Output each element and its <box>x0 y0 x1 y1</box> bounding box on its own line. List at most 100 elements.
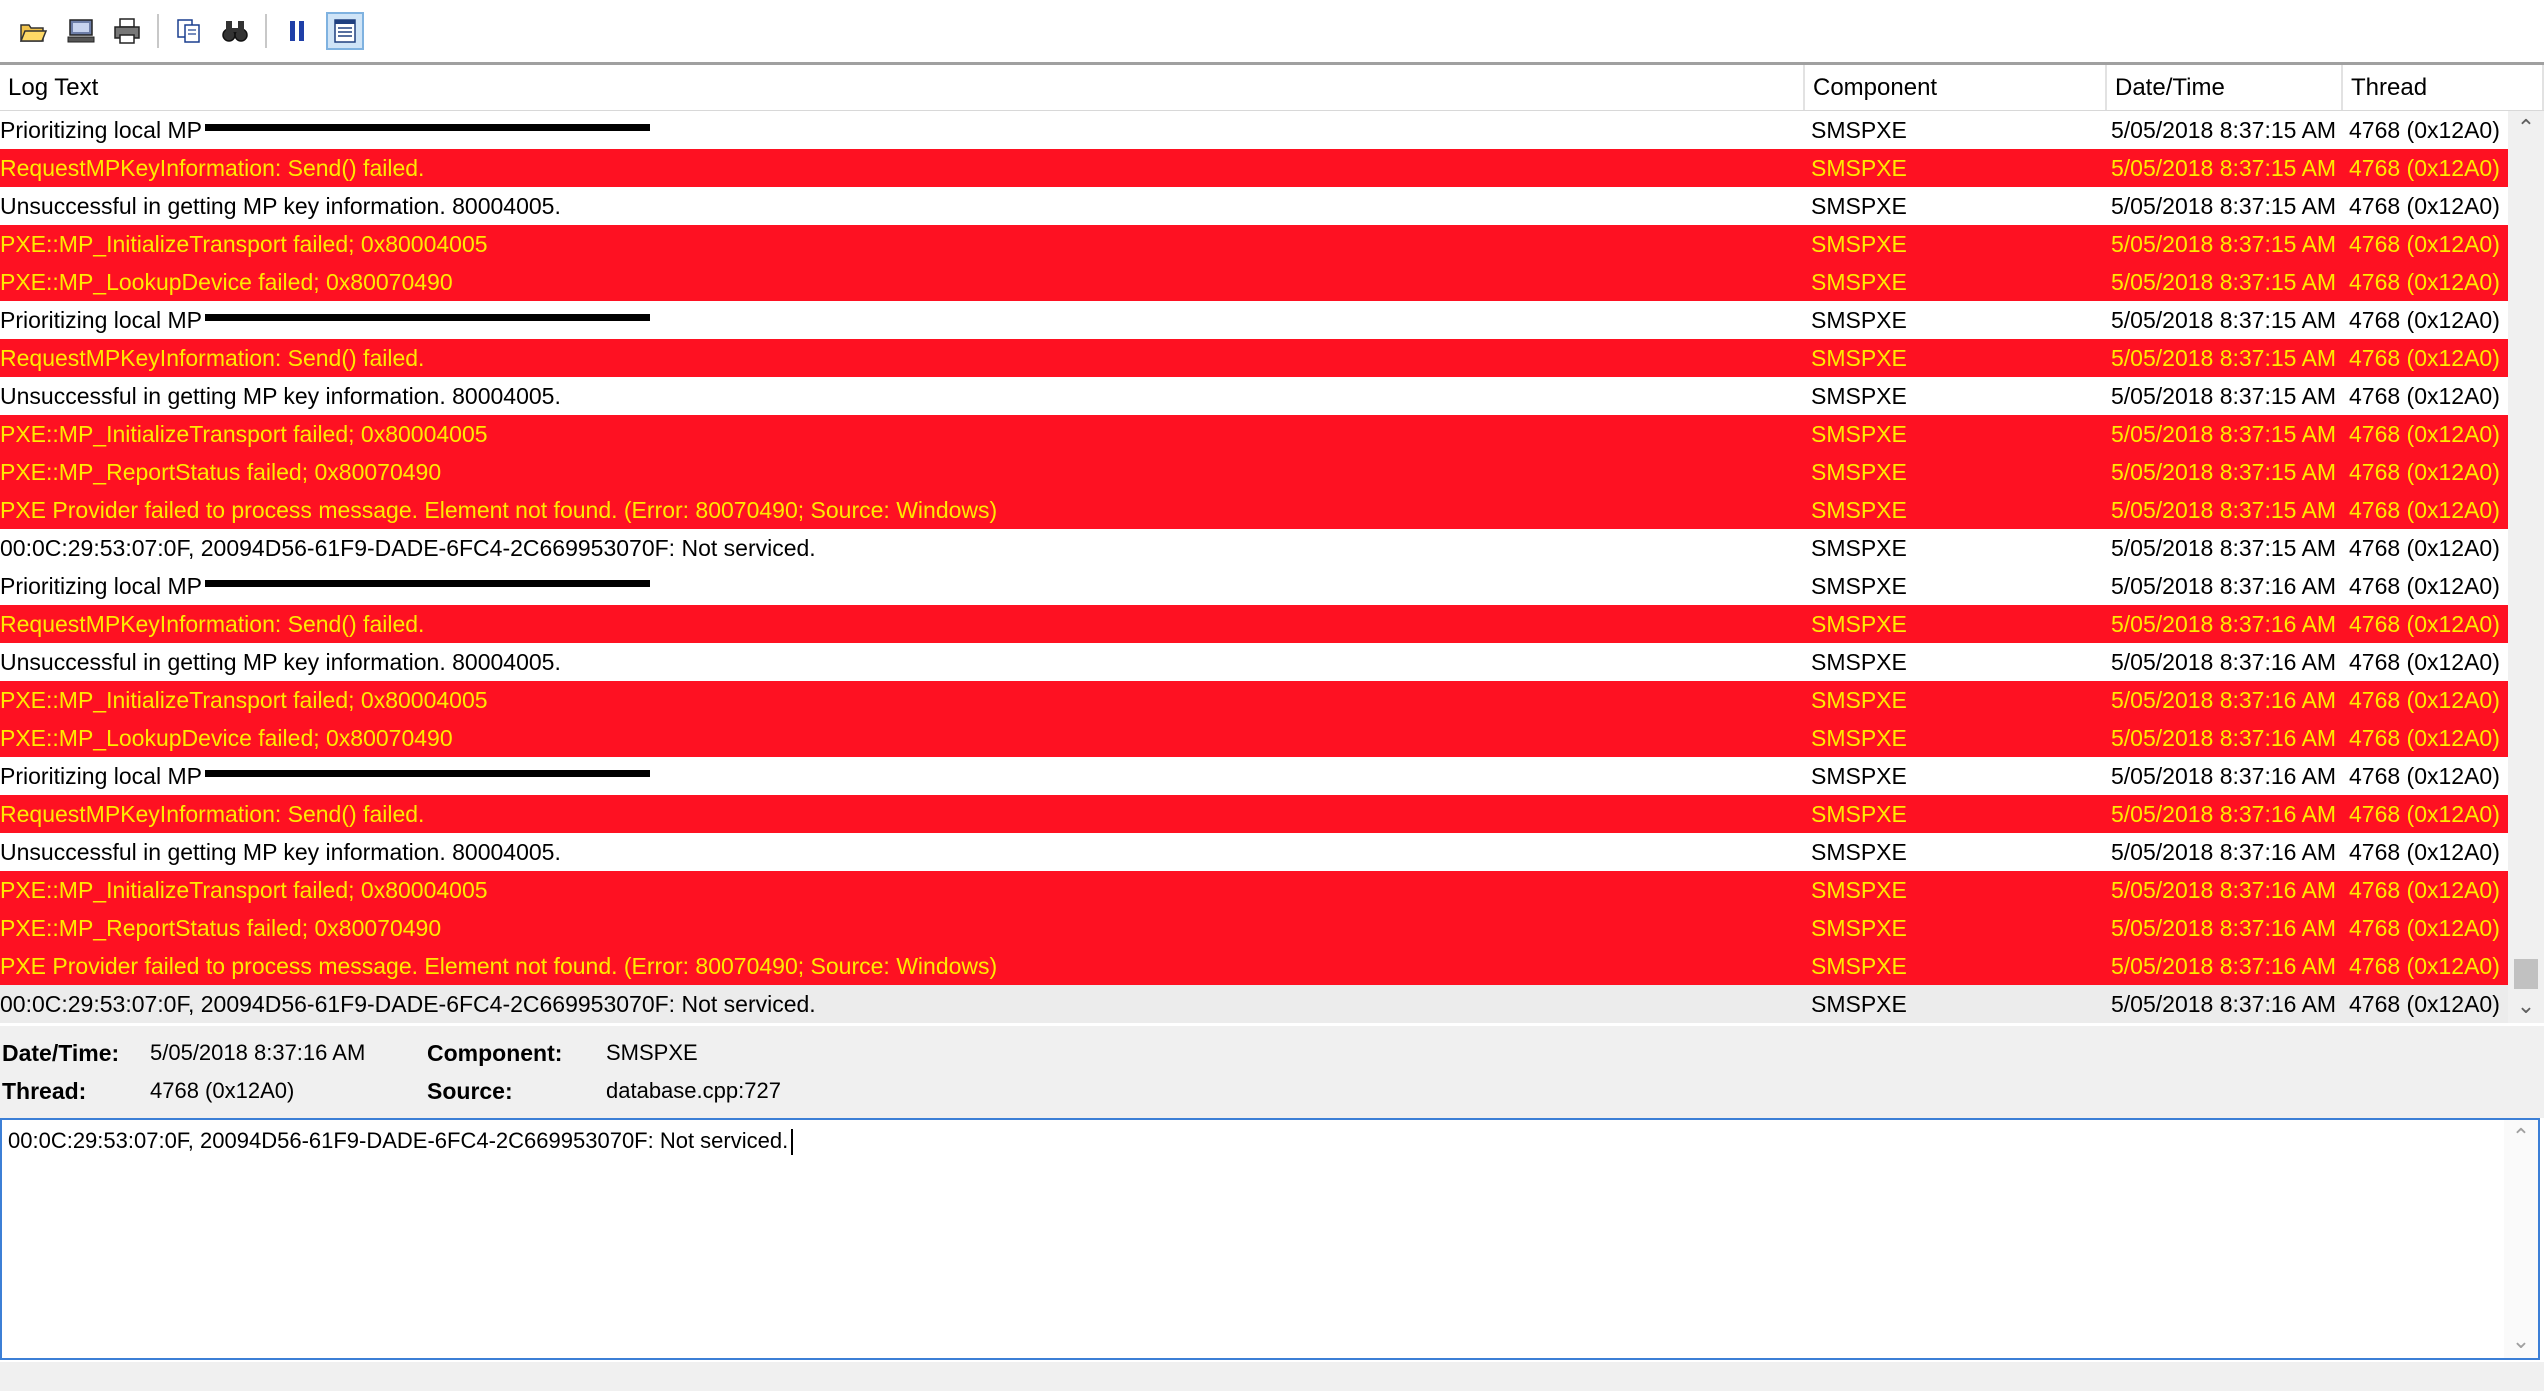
log-row[interactable]: PXE::MP_InitializeTransport failed; 0x80… <box>0 871 2508 909</box>
pause-button[interactable] <box>278 12 316 50</box>
log-row[interactable]: PXE::MP_InitializeTransport failed; 0x80… <box>0 225 2508 263</box>
component-cell: SMSPXE <box>1811 269 1907 295</box>
log-text: PXE::MP_ReportStatus failed; 0x80070490 <box>0 915 442 941</box>
column-header-log-text[interactable]: Log Text <box>0 65 1805 110</box>
thread-cell: 4768 (0x12A0) <box>2349 763 2500 789</box>
log-row[interactable]: PXE Provider failed to process message. … <box>0 491 2508 529</box>
print-button[interactable] <box>108 12 146 50</box>
log-row[interactable]: PXE::MP_InitializeTransport failed; 0x80… <box>0 415 2508 453</box>
log-text-cell: PXE::MP_InitializeTransport failed; 0x80… <box>0 415 1805 453</box>
datetime-cell: 5/05/2018 8:37:15 AM <box>2111 231 2336 257</box>
component-cell: SMSPXE <box>1811 915 1907 941</box>
thread-cell: 4768 (0x12A0) <box>2349 915 2500 941</box>
thread-cell: 4768 (0x12A0) <box>2349 307 2500 333</box>
open-folder-button[interactable] <box>14 12 52 50</box>
log-row[interactable]: Unsuccessful in getting MP key informati… <box>0 833 2508 871</box>
highlight-button[interactable] <box>326 12 364 50</box>
datetime-cell: 5/05/2018 8:37:15 AM <box>2111 383 2336 409</box>
column-header-component[interactable]: Component <box>1805 65 2107 110</box>
thread-cell: 4768 (0x12A0) <box>2349 383 2500 409</box>
message-scrollbar[interactable]: ⌃ ⌄ <box>2504 1120 2538 1358</box>
log-row[interactable]: RequestMPKeyInformation: Send() failed. S… <box>0 605 2508 643</box>
log-row[interactable]: PXE::MP_LookupDevice failed; 0x80070490 S… <box>0 719 2508 757</box>
log-text: PXE Provider failed to process message. … <box>0 953 998 979</box>
log-row[interactable]: RequestMPKeyInformation: Send() failed. S… <box>0 339 2508 377</box>
datetime-cell: 5/05/2018 8:37:16 AM <box>2111 839 2336 865</box>
log-text-cell: RequestMPKeyInformation: Send() failed. <box>0 339 1805 377</box>
log-text: Prioritizing local MP <box>0 307 208 333</box>
component-cell: SMSPXE <box>1811 573 1907 599</box>
log-text-cell: PXE::MP_LookupDevice failed; 0x80070490 <box>0 719 1805 757</box>
log-text-cell: Unsuccessful in getting MP key informati… <box>0 187 1805 225</box>
thread-cell: 4768 (0x12A0) <box>2349 421 2500 447</box>
log-row[interactable]: RequestMPKeyInformation: Send() failed. S… <box>0 149 2508 187</box>
scroll-up-icon[interactable]: ⌃ <box>2504 1120 2538 1154</box>
log-text: Unsuccessful in getting MP key informati… <box>0 839 561 865</box>
component-cell: SMSPXE <box>1811 801 1907 827</box>
datetime-cell: 5/05/2018 8:37:15 AM <box>2111 421 2336 447</box>
datetime-cell: 5/05/2018 8:37:16 AM <box>2111 801 2336 827</box>
component-cell: SMSPXE <box>1811 649 1907 675</box>
message-textbox[interactable]: 00:0C:29:53:07:0F, 20094D56-61F9-DADE-6F… <box>0 1118 2540 1360</box>
toolbar <box>0 0 2544 65</box>
scroll-down-icon[interactable]: ⌄ <box>2508 989 2544 1023</box>
source-value: database.cpp:727 <box>606 1078 781 1103</box>
log-text-cell: Prioritizing local MP <box>0 301 1805 339</box>
log-row[interactable]: Unsuccessful in getting MP key informati… <box>0 187 2508 225</box>
log-row[interactable]: 00:0C:29:53:07:0F, 20094D56-61F9-DADE-6F… <box>0 529 2508 567</box>
print-icon <box>114 18 140 44</box>
log-text-cell: RequestMPKeyInformation: Send() failed. <box>0 149 1805 187</box>
component-cell: SMSPXE <box>1811 687 1907 713</box>
thread-cell: 4768 (0x12A0) <box>2349 611 2500 637</box>
find-button[interactable] <box>216 12 254 50</box>
thread-cell: 4768 (0x12A0) <box>2349 155 2500 181</box>
open-remote-button[interactable] <box>62 12 100 50</box>
log-text: RequestMPKeyInformation: Send() failed. <box>0 155 425 181</box>
copy-button[interactable] <box>170 12 208 50</box>
log-row[interactable]: PXE::MP_ReportStatus failed; 0x80070490 S… <box>0 909 2508 947</box>
log-row[interactable]: PXE Provider failed to process message. … <box>0 947 2508 985</box>
log-row[interactable]: Unsuccessful in getting MP key informati… <box>0 643 2508 681</box>
log-text-cell: Prioritizing local MP <box>0 567 1805 605</box>
thread-cell: 4768 (0x12A0) <box>2349 117 2500 143</box>
log-row[interactable]: Prioritizing local MP SMSPXE 5/05/2018 8:… <box>0 567 2508 605</box>
thread-value: 4768 (0x12A0) <box>150 1078 295 1103</box>
thread-cell: 4768 (0x12A0) <box>2349 801 2500 827</box>
open-folder-icon <box>19 24 48 42</box>
pause-icon <box>290 21 304 41</box>
component-cell: SMSPXE <box>1811 421 1907 447</box>
log-row[interactable]: 00:0C:29:53:07:0F, 20094D56-61F9-DADE-6F… <box>0 985 2508 1023</box>
column-header-datetime[interactable]: Date/Time <box>2107 65 2343 110</box>
scroll-down-icon[interactable]: ⌄ <box>2504 1324 2538 1358</box>
log-text-cell: RequestMPKeyInformation: Send() failed. <box>0 605 1805 643</box>
datetime-cell: 5/05/2018 8:37:15 AM <box>2111 497 2336 523</box>
log-row[interactable]: PXE::MP_LookupDevice failed; 0x80070490 S… <box>0 263 2508 301</box>
log-text: Prioritizing local MP <box>0 573 208 599</box>
datetime-cell: 5/05/2018 8:37:15 AM <box>2111 535 2336 561</box>
component-cell: SMSPXE <box>1811 763 1907 789</box>
thread-cell: 4768 (0x12A0) <box>2349 573 2500 599</box>
log-row[interactable]: PXE::MP_ReportStatus failed; 0x80070490 S… <box>0 453 2508 491</box>
redaction-bar <box>204 770 650 778</box>
scroll-up-icon[interactable]: ⌃ <box>2508 111 2544 145</box>
column-header-thread[interactable]: Thread <box>2343 65 2544 110</box>
component-cell: SMSPXE <box>1811 611 1907 637</box>
component-cell: SMSPXE <box>1811 155 1907 181</box>
log-text-cell: 00:0C:29:53:07:0F, 20094D56-61F9-DADE-6F… <box>0 529 1805 567</box>
toolbar-separator <box>265 14 267 48</box>
redaction-bar <box>204 314 650 322</box>
log-row[interactable]: Unsuccessful in getting MP key informati… <box>0 377 2508 415</box>
scrollbar-thumb[interactable] <box>2514 959 2538 989</box>
log-scrollbar[interactable]: ⌃ ⌄ <box>2508 111 2544 1023</box>
log-text: Unsuccessful in getting MP key informati… <box>0 383 561 409</box>
datetime-cell: 5/05/2018 8:37:16 AM <box>2111 725 2336 751</box>
log-row[interactable]: PXE::MP_InitializeTransport failed; 0x80… <box>0 681 2508 719</box>
log-row[interactable]: Prioritizing local MP SMSPXE 5/05/2018 8:… <box>0 757 2508 795</box>
component-cell: SMSPXE <box>1811 193 1907 219</box>
component-cell: SMSPXE <box>1811 497 1907 523</box>
thread-cell: 4768 (0x12A0) <box>2349 725 2500 751</box>
log-text-cell: 00:0C:29:53:07:0F, 20094D56-61F9-DADE-6F… <box>0 985 1805 1023</box>
log-row[interactable]: Prioritizing local MP SMSPXE 5/05/2018 8:… <box>0 111 2508 149</box>
log-row[interactable]: RequestMPKeyInformation: Send() failed. S… <box>0 795 2508 833</box>
log-row[interactable]: Prioritizing local MP SMSPXE 5/05/2018 8:… <box>0 301 2508 339</box>
